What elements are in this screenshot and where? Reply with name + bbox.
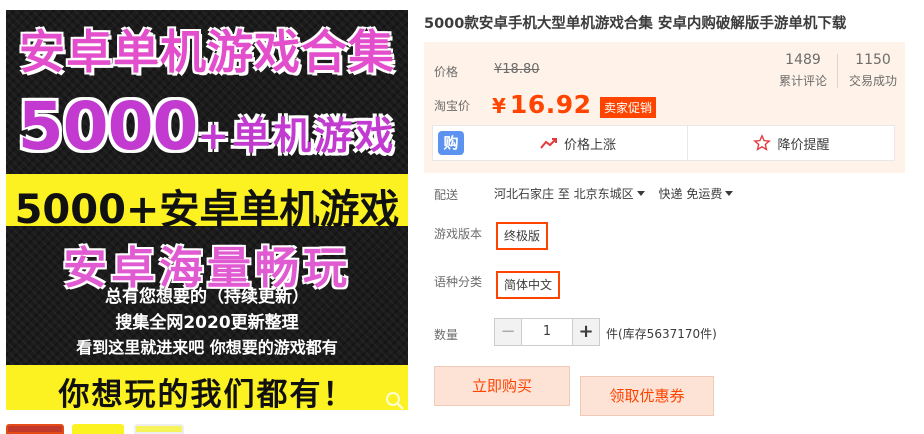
review-count-value: 1489 (785, 52, 821, 68)
promo-title: 安卓单机游戏合集 (19, 25, 395, 79)
thumbnail-2[interactable] (72, 424, 124, 434)
price-panel: 价格 ¥18.80 1489 累计评论 1150 交易成功 淘宝价 ¥16.92… (424, 42, 905, 173)
original-price: ¥18.80 (494, 62, 540, 77)
version-label: 游戏版本 (434, 227, 483, 241)
price-alert-bar: 购 价格上涨 降价提醒 (432, 125, 895, 161)
sales-count-value: 1150 (855, 52, 891, 68)
promo-big-text: 5000+单机游戏 (6, 88, 408, 165)
current-price: ¥16.92 (492, 90, 592, 119)
thumbnail-1[interactable] (6, 424, 64, 434)
current-price-value: 16.92 (509, 90, 592, 119)
shipping-info: 河北石家庄 至 北京东城区 快递 免运费 (494, 185, 743, 202)
price-up-label: 价格上涨 (563, 137, 616, 153)
taobao-price-label: 淘宝价 (434, 99, 471, 113)
magnifier-icon[interactable] (384, 390, 406, 410)
promo-line-3: 看到这里就进来吧 你想要的游戏都有 (76, 338, 338, 357)
chevron-down-icon (725, 191, 734, 196)
sales-count-label: 交易成功 (848, 74, 897, 88)
product-title: 5000款安卓手机大型单机游戏合集 安卓内购破解版手游单机下载 (424, 16, 847, 32)
price-label: 价格 (434, 65, 459, 79)
shipping-label: 配送 (434, 188, 459, 202)
quantity-stepper: − 1 + (494, 318, 600, 346)
promo-line-1: 总有您想要的（持续更新） (105, 287, 309, 307)
gou-icon: 购 (433, 126, 469, 160)
promo-band-text: 5000+安卓单机游戏 (14, 187, 400, 233)
review-count[interactable]: 1489 累计评论 (772, 52, 834, 89)
quantity-increase-button[interactable]: + (572, 318, 600, 346)
promo-footer-text: 你想玩的我们都有！ (58, 377, 356, 410)
quantity-decrease-button[interactable]: − (494, 318, 522, 346)
shipping-from: 河北石家庄 至 (494, 187, 570, 201)
price-drop-label: 降价提醒 (777, 137, 830, 153)
buy-now-button[interactable]: 立即购买 (434, 366, 570, 406)
stock-info: 件(库存5637170件) (606, 327, 717, 341)
promo-line-2: 搜集全网2020更新整理 (115, 313, 299, 333)
shipping-destination-select[interactable]: 北京东城区 (574, 187, 655, 201)
thumbnail-3[interactable] (134, 424, 184, 434)
star-outline-icon (753, 134, 772, 151)
version-option-selected[interactable]: 终极版 (496, 222, 549, 250)
language-label: 语种分类 (434, 275, 483, 289)
shipping-method: 快递 免运费 (658, 187, 723, 201)
promo-big-suffix: +单机游戏 (197, 114, 397, 158)
quantity-input[interactable]: 1 (522, 318, 572, 346)
price-drop-alert-button[interactable]: 降价提醒 (687, 126, 895, 160)
sales-count: 1150 交易成功 (842, 52, 904, 89)
language-option-selected[interactable]: 简体中文 (496, 271, 561, 299)
get-coupon-button[interactable]: 领取优惠券 (580, 376, 714, 416)
trend-up-icon (540, 138, 557, 149)
shipping-destination: 北京东城区 (573, 187, 634, 201)
currency-symbol: ¥ (492, 94, 506, 118)
gou-icon-label: 购 (438, 131, 464, 155)
product-main-image[interactable]: 安卓单机游戏合集 5000+单机游戏 5000+安卓单机游戏 安卓海量畅玩 总有… (6, 10, 408, 410)
shipping-method-select[interactable]: 快递 免运费 (659, 187, 744, 201)
chevron-down-icon (636, 191, 645, 196)
price-up-button[interactable]: 价格上涨 (469, 126, 687, 160)
promo-big-number: 5000 (17, 88, 199, 165)
seller-promo-badge: 卖家促销 (600, 97, 657, 118)
quantity-label: 数量 (434, 328, 459, 342)
stats-divider (837, 54, 838, 88)
review-count-label: 累计评论 (778, 74, 827, 88)
